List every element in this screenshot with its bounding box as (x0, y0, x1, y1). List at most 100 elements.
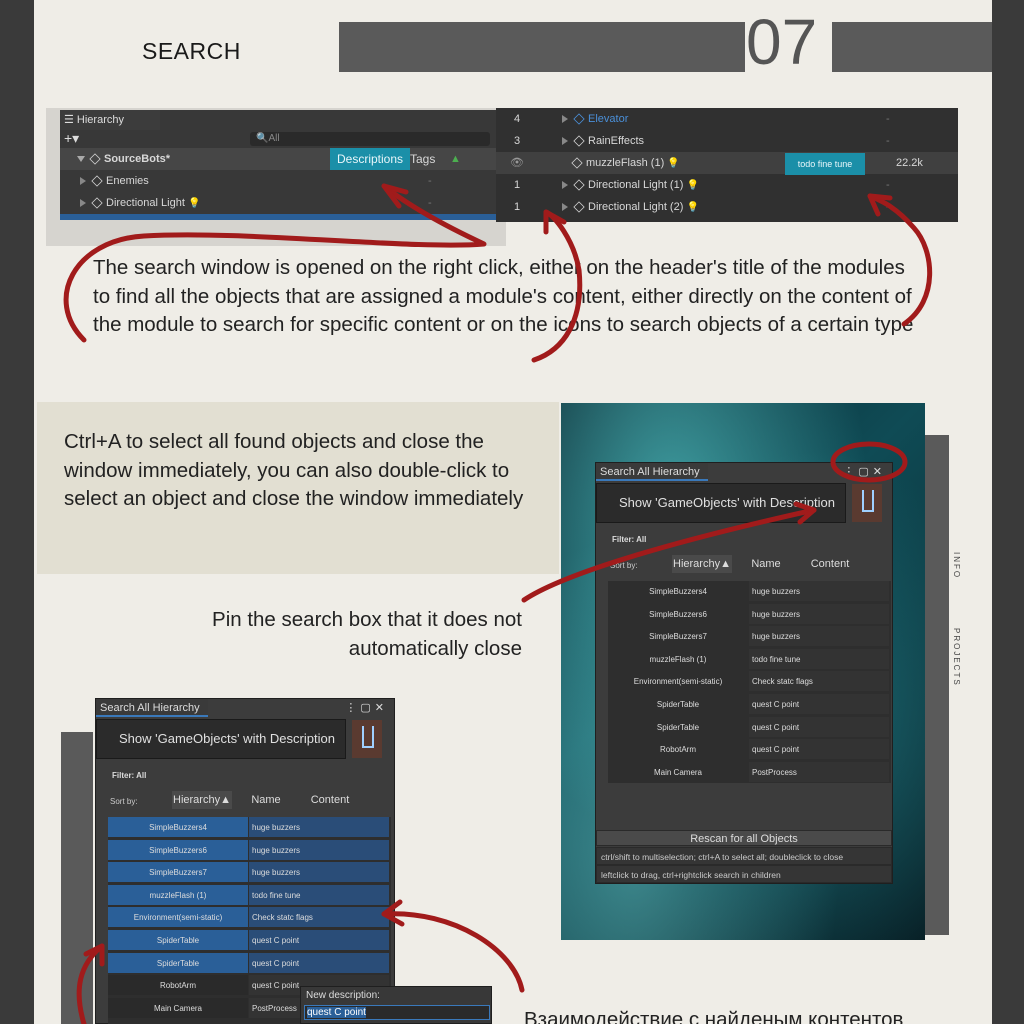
sort-content-button[interactable]: Content (302, 791, 358, 809)
hierarchy-item[interactable]: Directional Light (2) 💡 (562, 196, 699, 218)
side-label-projects: PROJECTS (952, 628, 961, 687)
info-box: Ctrl+A to select all found objects and c… (37, 402, 559, 574)
row-num: 3 (514, 135, 521, 147)
row-num: 1 (514, 179, 521, 191)
result-content: quest C point (749, 716, 889, 737)
result-row[interactable]: muzzleFlash (1) todo fine tune (608, 648, 891, 670)
row-num: 1 (514, 201, 521, 213)
hierarchy-screenshot-right: 4 Elevator - 3 RainEffects - 👁 muzzleFla… (496, 108, 958, 222)
result-name: Environment(semi-static) (108, 907, 248, 928)
pin-icon[interactable] (852, 484, 882, 522)
result-row[interactable]: RobotArm quest C point (608, 739, 891, 760)
result-content: huge buzzers (749, 626, 889, 647)
result-name: SimpleBuzzers4 (108, 817, 248, 837)
result-row[interactable]: SimpleBuzzers7 huge buzzers (108, 862, 391, 883)
page-title: SEARCH (142, 38, 241, 64)
result-row[interactable]: SpiderTable quest C point (608, 694, 891, 715)
result-name: SpiderTable (108, 952, 248, 973)
hierarchy-search-input[interactable]: 🔍All (250, 132, 490, 146)
hierarchy-item[interactable]: Elevator (562, 108, 628, 130)
content-cell[interactable]: todo fine tune (785, 153, 865, 175)
sort-content-button[interactable]: Content (802, 555, 858, 573)
result-row[interactable]: Environment(semi-static) Check statc flag… (108, 907, 391, 928)
window-controls[interactable]: ⋮▢✕ (843, 465, 886, 478)
window-controls[interactable]: ⋮▢✕ (345, 701, 388, 714)
result-row[interactable]: muzzleFlash (1) todo fine tune (108, 884, 391, 906)
search-input[interactable]: Show 'GameObjects' with Description (596, 483, 846, 523)
hierarchy-item[interactable]: RainEffects (562, 130, 644, 152)
size-label: 22.2k (896, 157, 923, 169)
result-content: huge buzzers (749, 581, 889, 601)
result-content: huge buzzers (249, 817, 389, 837)
search-panel-tab[interactable]: Search All Hierarchy (596, 463, 708, 481)
result-name: muzzleFlash (1) (608, 648, 748, 669)
result-content: Check statc flags (749, 671, 889, 692)
result-row[interactable]: SimpleBuzzers4 huge buzzers (108, 817, 391, 838)
result-row[interactable]: SimpleBuzzers4 huge buzzers (608, 581, 891, 602)
hierarchy-item[interactable]: muzzleFlash (1) 💡 (570, 152, 680, 174)
hierarchy-item[interactable]: Directional Light 💡 (80, 192, 200, 214)
result-row[interactable]: Main Camera PostProcess (608, 761, 891, 783)
result-name: SimpleBuzzers4 (608, 581, 748, 601)
layer-icon[interactable]: ▲ (450, 148, 461, 170)
sort-name-button[interactable]: Name (748, 555, 784, 573)
description-input[interactable]: quest C point (304, 1005, 490, 1020)
row-num: 4 (514, 113, 521, 125)
result-content: PostProcess (749, 761, 889, 782)
hierarchy-tab[interactable]: ☰ Hierarchy (60, 110, 160, 130)
hierarchy-screenshot-left: ☰ Hierarchy +▾ 🔍All SourceBots* Descript… (46, 108, 506, 246)
item-dash: - (428, 197, 432, 209)
eye-icon[interactable]: 👁 (510, 152, 524, 174)
result-row[interactable]: SpiderTable quest C point (108, 952, 391, 974)
paragraph-interaction: Взаимодействие с найденым контентов (524, 1008, 904, 1024)
side-label-info: INFO (952, 552, 961, 580)
result-name: SimpleBuzzers7 (608, 626, 748, 647)
result-content: todo fine tune (249, 884, 389, 905)
filter-label: Filter: All (612, 535, 647, 544)
descriptions-button[interactable]: Descriptions (330, 148, 410, 170)
result-row[interactable]: SimpleBuzzers7 huge buzzers (608, 626, 891, 647)
sort-by-label: Sort by: (610, 561, 638, 570)
arrow-results (381, 911, 525, 993)
tags-label[interactable]: Tags (410, 148, 435, 170)
paragraph-pin: Pin the search box that it does not auto… (212, 608, 522, 660)
sort-hierarchy-button[interactable]: Hierarchy▲ (672, 555, 732, 573)
popup-label: New description: (306, 990, 380, 1001)
sort-hierarchy-button[interactable]: Hierarchy▲ (172, 791, 232, 809)
sort-name-button[interactable]: Name (248, 791, 284, 809)
filter-label: Filter: All (112, 771, 147, 780)
result-content: Check statc flags (249, 907, 389, 928)
hint-drag: leftclick to drag, ctrl+rightclick searc… (596, 865, 892, 883)
search-panel-tab[interactable]: Search All Hierarchy (96, 699, 208, 717)
search-panel-selected: Search All Hierarchy ⋮▢✕ Show 'GameObjec… (95, 698, 395, 1024)
header-bar-right (832, 22, 992, 72)
sort-by-label: Sort by: (110, 797, 138, 806)
search-input[interactable]: Show 'GameObjects' with Description (96, 719, 346, 759)
result-row[interactable]: SpiderTable quest C point (108, 930, 391, 951)
paragraph-search-window: The search window is opened on the right… (93, 256, 914, 336)
result-row[interactable]: Environment(semi-static) Check statc flag… (608, 671, 891, 692)
result-name: muzzleFlash (1) (108, 884, 248, 905)
edit-description-popup: New description: quest C point (300, 986, 492, 1024)
item-dash: - (428, 175, 432, 187)
page-number: 07 (746, 6, 818, 78)
pin-icon[interactable] (352, 720, 382, 758)
row-extra: - (886, 179, 890, 191)
result-name: RobotArm (108, 975, 248, 996)
paragraph-ctrl-a: Ctrl+A to select all found objects and c… (64, 430, 524, 510)
add-icon[interactable]: +▾ (64, 130, 79, 147)
hierarchy-item[interactable]: Directional Light (1) 💡 (562, 174, 699, 196)
result-name: SpiderTable (608, 716, 748, 737)
result-name: RobotArm (608, 739, 748, 760)
hierarchy-root[interactable]: SourceBots* (77, 148, 170, 170)
row-extra: - (886, 135, 890, 147)
result-content: quest C point (249, 952, 389, 973)
rescan-button[interactable]: Rescan for all Objects (596, 830, 892, 846)
result-row[interactable]: SimpleBuzzers6 huge buzzers (608, 603, 891, 625)
result-name: SpiderTable (608, 694, 748, 714)
result-row[interactable]: SpiderTable quest C point (608, 716, 891, 738)
shadow-block-left (61, 732, 93, 1024)
result-row[interactable]: SimpleBuzzers6 huge buzzers (108, 839, 391, 861)
hint-multiselect: ctrl/shift to multiselection; ctrl+A to … (596, 847, 892, 865)
hierarchy-item[interactable]: Enemies (80, 170, 149, 192)
